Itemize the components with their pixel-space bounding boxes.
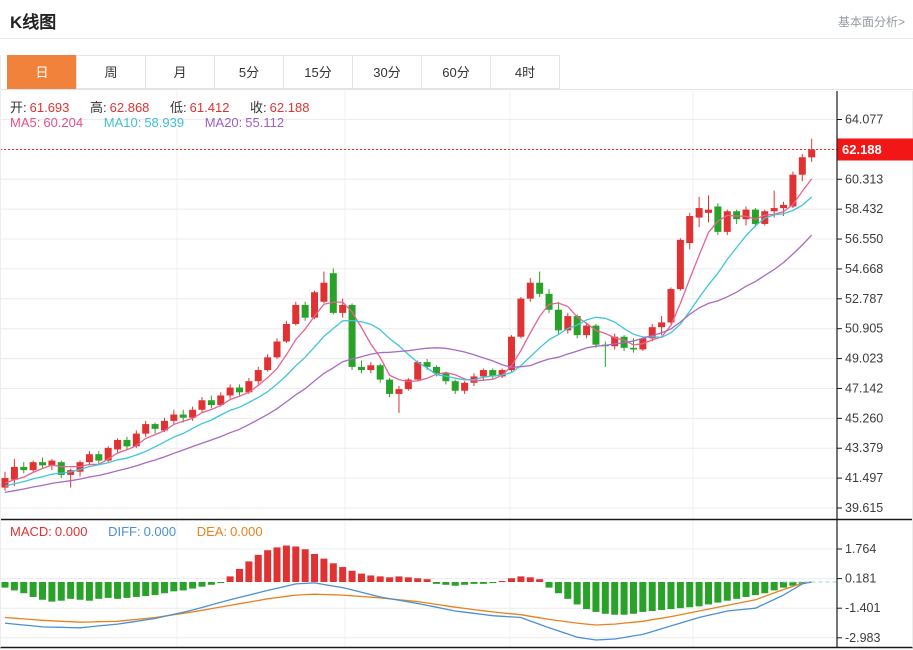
svg-text:52.787: 52.787 <box>845 292 883 306</box>
svg-text:41.497: 41.497 <box>845 471 883 485</box>
macd-label: MACD: <box>10 524 52 539</box>
ma5-label: MA5: <box>10 115 40 130</box>
close-label: 收: <box>250 100 267 115</box>
svg-text:1.764: 1.764 <box>845 542 876 556</box>
current-price-badge: 62.188 <box>838 139 913 161</box>
svg-text:54.668: 54.668 <box>845 262 883 276</box>
svg-text:58.432: 58.432 <box>845 202 883 216</box>
ma10-label: MA10: <box>104 115 142 130</box>
open-value: 61.693 <box>30 100 70 115</box>
dea-label: DEA: <box>197 524 227 539</box>
diff-label: DIFF: <box>108 524 141 539</box>
svg-text:-2.983: -2.983 <box>845 631 880 645</box>
ma20-value: 55.112 <box>245 115 284 130</box>
svg-text:47.142: 47.142 <box>845 381 883 395</box>
macd-value: 0.000 <box>55 524 88 539</box>
svg-text:49.023: 49.023 <box>845 352 883 366</box>
ma20-label: MA20: <box>205 115 243 130</box>
svg-text:-1.401: -1.401 <box>845 601 880 615</box>
diff-value: 0.000 <box>144 524 177 539</box>
macd-histogram <box>2 546 806 615</box>
macd-legend: MACD:0.000 DIFF:0.000 DEA:0.000 <box>10 524 266 539</box>
low-value: 61.412 <box>190 100 230 115</box>
kline-widget: K线图 基本面分析> 日周月5分15分30分60分4时 64.07760.313… <box>0 0 913 650</box>
open-label: 开: <box>10 100 27 115</box>
ma10-value: 58.939 <box>144 115 184 130</box>
close-value: 62.188 <box>270 100 310 115</box>
ma-legend: MA5:60.204 MA10:58.939 MA20:55.112 <box>10 115 287 130</box>
svg-text:62.188: 62.188 <box>842 142 882 157</box>
svg-text:60.313: 60.313 <box>845 172 883 186</box>
ohlc-legend: 开:61.693 高:62.868 低:61.412 收:62.188 <box>10 97 312 116</box>
svg-text:64.077: 64.077 <box>845 113 883 127</box>
macd-axis-labels: 1.764 0.181 -1.401 -2.983 <box>837 542 880 645</box>
svg-text:0.181: 0.181 <box>845 572 876 586</box>
svg-text:39.615: 39.615 <box>845 501 883 515</box>
low-label: 低: <box>170 100 187 115</box>
svg-text:45.260: 45.260 <box>845 411 883 425</box>
ma5-value: 60.204 <box>43 115 83 130</box>
high-value: 62.868 <box>110 100 150 115</box>
svg-text:56.550: 56.550 <box>845 232 883 246</box>
price-axis-labels: 64.077 60.313 58.432 56.550 54.668 52.787 50.9… <box>837 113 883 516</box>
svg-text:50.905: 50.905 <box>845 322 883 336</box>
dea-value: 0.000 <box>230 524 263 539</box>
high-label: 高: <box>90 100 107 115</box>
ma20-line <box>5 235 812 492</box>
svg-text:43.379: 43.379 <box>845 441 883 455</box>
